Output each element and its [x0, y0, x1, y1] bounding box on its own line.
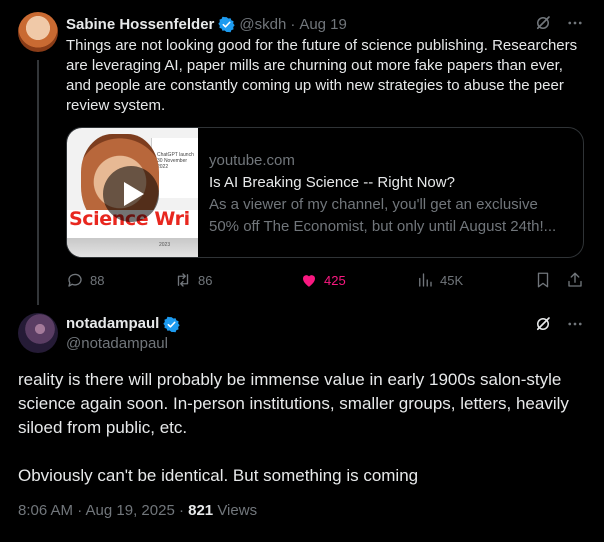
views-count: 821 [188, 502, 214, 519]
reply-count: 88 [90, 272, 105, 288]
author-name[interactable]: Sabine Hossenfelder [66, 16, 214, 33]
avatar[interactable] [18, 12, 58, 52]
verified-badge-icon [218, 16, 236, 32]
reply-icon [68, 273, 82, 287]
parent-tweet-top-actions [534, 14, 584, 32]
share-icon [568, 272, 582, 287]
video-thumbnail[interactable]: ChatGPT launch 30 November 2022 Science … [67, 128, 198, 257]
avatar[interactable] [18, 313, 58, 353]
verified-badge-icon [163, 316, 180, 332]
card-description-line-1: As a viewer of my channel, you'll get an… [209, 196, 538, 213]
card-title: Is AI Breaking Science -- Right Now? [209, 174, 455, 191]
repost-icon [177, 273, 189, 287]
repost-button[interactable]: 86 [174, 270, 212, 290]
card-description-line-2: 50% off The Economist, but only until Au… [209, 218, 557, 235]
share-button[interactable] [566, 270, 584, 290]
tweet-timestamp[interactable]: 8:06 AM · Aug 19, 2025 · [18, 502, 184, 519]
bookmark-icon [537, 272, 549, 288]
play-button-icon[interactable] [103, 166, 159, 222]
card-domain: youtube.com [209, 152, 295, 169]
tweet-text: Things are not looking good for the futu… [66, 37, 578, 114]
parent-tweet[interactable]: Sabine Hossenfelder @skdh · Aug 19 Thing… [0, 0, 604, 300]
bookmark-button[interactable] [534, 270, 552, 290]
thumbnail-screen-text: ChatGPT launch 30 November 2022 [157, 152, 194, 170]
author-handle[interactable]: @notadampaul [66, 334, 180, 354]
author-name[interactable]: notadampaul [66, 314, 159, 334]
like-count: 425 [324, 272, 346, 288]
main-tweet-top-actions [534, 315, 584, 333]
heart-icon [303, 275, 315, 287]
main-tweet-header: notadampaul @notadampaul [66, 314, 180, 354]
link-preview-card[interactable]: ChatGPT launch 30 November 2022 Science … [66, 127, 584, 258]
more-icon[interactable] [566, 14, 584, 32]
views-icon [419, 273, 432, 287]
repost-count: 86 [198, 272, 213, 288]
views-count: 45K [440, 272, 464, 288]
views-button[interactable]: 45K [416, 270, 463, 290]
thumbnail-year: 2023 [159, 242, 171, 248]
like-button[interactable]: 425 [300, 270, 346, 290]
grok-icon[interactable] [534, 315, 552, 333]
grok-icon[interactable] [534, 14, 552, 32]
separator-dot: · [290, 15, 296, 33]
more-icon[interactable] [566, 315, 584, 333]
tweet-action-bar: 88 86 425 45K [66, 270, 588, 290]
tweet-paragraph-1: reality is there will probably be immens… [18, 370, 569, 437]
tweet-metadata: 8:06 AM · Aug 19, 2025 · 821 Views [18, 502, 257, 519]
thumbnail-bottom-strip: 2023 [67, 238, 198, 257]
card-info: youtube.com Is AI Breaking Science -- Ri… [209, 150, 579, 238]
views-label: Views [217, 502, 258, 519]
parent-tweet-header: Sabine Hossenfelder @skdh · Aug 19 [66, 14, 347, 34]
tweet-text: reality is there will probably be immens… [18, 368, 588, 488]
reply-button[interactable]: 88 [66, 270, 104, 290]
tweet-date[interactable]: Aug 19 [299, 16, 347, 33]
author-handle[interactable]: @skdh [239, 16, 286, 33]
tweet-paragraph-2: Obviously can't be identical. But someth… [18, 466, 419, 485]
